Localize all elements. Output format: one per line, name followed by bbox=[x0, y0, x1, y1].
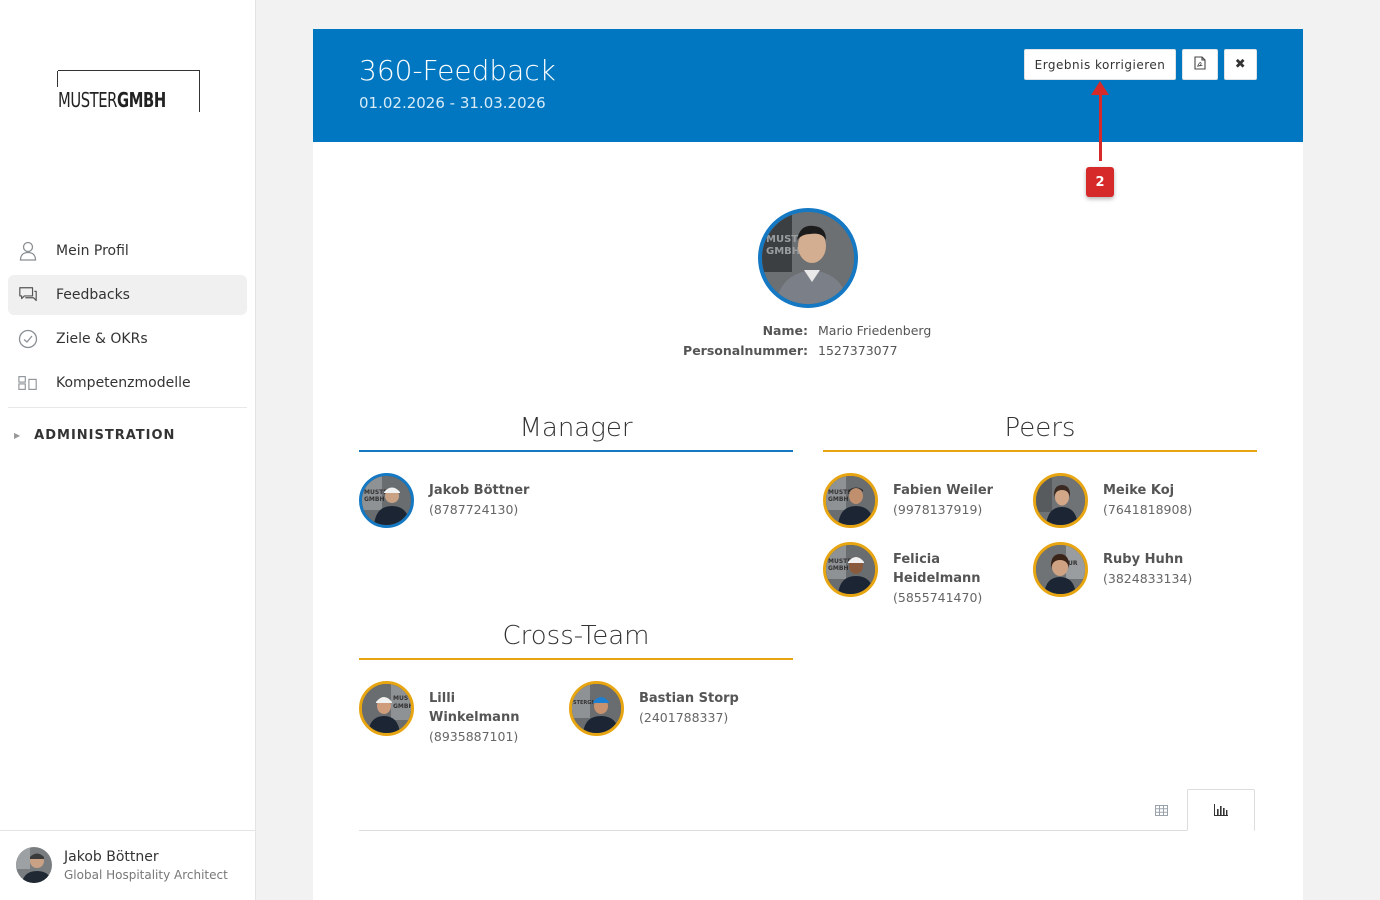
sidebar-item-ziele-okrs[interactable]: Ziele & OKRs bbox=[8, 319, 247, 359]
sidebar-item-kompetenzmodelle[interactable]: Kompetenzmodelle bbox=[8, 363, 247, 403]
person-number: (3824833134) bbox=[1103, 571, 1193, 586]
manager-person[interactable]: MUSTER GMBH Jakob Böttner (8787724130) bbox=[359, 473, 534, 528]
bar-chart-icon bbox=[1214, 801, 1228, 820]
tabs-divider bbox=[359, 830, 1254, 831]
person-number: (2401788337) bbox=[639, 710, 729, 725]
section-divider-manager bbox=[359, 450, 793, 452]
model-icon bbox=[18, 373, 38, 393]
peer-person[interactable]: UR Ruby Huhn (3824833134) bbox=[1033, 542, 1208, 597]
subject-name: Mario Friedenberg bbox=[818, 323, 932, 338]
feedback-header: 360-Feedback 01.02.2026 - 31.03.2026 Erg… bbox=[313, 29, 1303, 142]
table-icon bbox=[1154, 801, 1168, 820]
person-name: Bastian Storp bbox=[639, 691, 739, 706]
person-number: (9978137919) bbox=[893, 502, 983, 517]
peer-person[interactable]: Meike Koj (7641818908) bbox=[1033, 473, 1208, 528]
sidebar-divider bbox=[8, 407, 247, 408]
svg-text:MUSTE: MUSTE bbox=[393, 695, 411, 702]
logo-text-light: MUSTER bbox=[58, 88, 118, 112]
cross-team-person[interactable]: MUSTEGMBH Lilli Winkelmann (8935887101) bbox=[359, 681, 534, 746]
section-divider-peers bbox=[823, 450, 1257, 452]
annotation-arrow-icon bbox=[1091, 81, 1109, 95]
current-user[interactable]: Jakob Böttner Global Hospitality Archite… bbox=[0, 830, 255, 900]
date-range: 01.02.2026 - 31.03.2026 bbox=[359, 94, 546, 112]
subject-personnel-number: 1527373077 bbox=[818, 343, 898, 358]
cross-team-person[interactable]: STERGMBH Bastian Storp (2401788337) bbox=[569, 681, 744, 736]
user-icon bbox=[18, 241, 38, 261]
feedback-panel: 360-Feedback 01.02.2026 - 31.03.2026 Erg… bbox=[313, 29, 1303, 900]
person-number: (7641818908) bbox=[1103, 502, 1193, 517]
tab-chart-view[interactable] bbox=[1187, 789, 1255, 831]
annotation-badge: 2 bbox=[1086, 167, 1114, 197]
person-name: Felicia Heidelmann bbox=[893, 552, 981, 586]
avatar bbox=[1033, 473, 1088, 528]
person-number: (5855741470) bbox=[893, 590, 983, 605]
svg-text:GMBH: GMBH bbox=[828, 496, 849, 503]
section-title-manager: Manager bbox=[519, 413, 633, 443]
page-title: 360-Feedback bbox=[359, 54, 556, 87]
svg-text:UR: UR bbox=[1068, 560, 1078, 567]
person-name: Ruby Huhn bbox=[1103, 552, 1184, 567]
person-name: Jakob Böttner bbox=[429, 483, 530, 498]
sidebar: MUSTERGMBH Mein Profil Feedbacks Ziele &… bbox=[0, 0, 256, 900]
peer-person[interactable]: MUSTER GMBH Fabien Weiler (9978137919) bbox=[823, 473, 998, 528]
user-role: Global Hospitality Architect bbox=[64, 868, 228, 882]
section-divider-cross-team bbox=[359, 658, 793, 660]
section-title-cross-team: Cross-Team bbox=[502, 621, 650, 651]
sidebar-item-mein-profil[interactable]: Mein Profil bbox=[8, 231, 247, 271]
sidebar-item-label: Ziele & OKRs bbox=[56, 331, 148, 347]
check-circle-icon bbox=[18, 329, 38, 349]
correct-result-button[interactable]: Ergebnis korrigieren bbox=[1024, 49, 1176, 80]
avatar: MUSTER GMBH bbox=[359, 473, 414, 528]
company-logo[interactable]: MUSTERGMBH bbox=[57, 70, 200, 112]
chat-icon bbox=[18, 285, 38, 305]
pdf-icon bbox=[1194, 56, 1206, 73]
svg-text:GMBH: GMBH bbox=[393, 703, 411, 710]
sidebar-nav: Mein Profil Feedbacks Ziele & OKRs Kompe… bbox=[8, 231, 247, 407]
person-name: Lilli Winkelmann bbox=[429, 691, 520, 725]
sidebar-item-administration[interactable]: ▶ ADMINISTRATION bbox=[14, 428, 175, 443]
svg-text:GMBH: GMBH bbox=[828, 565, 849, 572]
peer-person[interactable]: MUSTER GMBH Felicia Heidelmann (585574147… bbox=[823, 542, 998, 607]
person-number: (8935887101) bbox=[429, 729, 519, 744]
svg-text:MUST: MUST bbox=[766, 234, 798, 245]
close-button[interactable]: ✖ bbox=[1224, 49, 1257, 80]
section-title-peers: Peers bbox=[1004, 413, 1076, 443]
subject-info: Name: Mario Friedenberg Personalnummer: … bbox=[655, 323, 931, 363]
sidebar-item-label: Feedbacks bbox=[56, 287, 130, 303]
subject-avatar: MUST GMBH bbox=[758, 208, 858, 308]
person-name: Fabien Weiler bbox=[893, 483, 994, 498]
triangle-right-icon: ▶ bbox=[14, 431, 21, 440]
avatar: MUSTER GMBH bbox=[823, 542, 878, 597]
avatar: MUSTER GMBH bbox=[823, 473, 878, 528]
avatar: STERGMBH bbox=[569, 681, 624, 736]
tab-table-view[interactable] bbox=[1135, 789, 1187, 831]
sidebar-item-label: Mein Profil bbox=[56, 243, 129, 259]
avatar bbox=[16, 847, 52, 883]
personnel-number-label: Personalnummer: bbox=[683, 343, 808, 358]
logo-text-bold: GMBH bbox=[117, 88, 166, 112]
svg-text:GMBH: GMBH bbox=[364, 496, 385, 503]
svg-text:GMBH: GMBH bbox=[766, 246, 800, 257]
user-name: Jakob Böttner bbox=[64, 849, 159, 865]
pdf-export-button[interactable] bbox=[1182, 49, 1218, 80]
administration-label: ADMINISTRATION bbox=[34, 428, 176, 443]
sidebar-item-label: Kompetenzmodelle bbox=[56, 375, 191, 391]
person-number: (8787724130) bbox=[429, 502, 519, 517]
annotation-line bbox=[1099, 91, 1102, 161]
sidebar-item-feedbacks[interactable]: Feedbacks bbox=[8, 275, 247, 315]
close-icon: ✖ bbox=[1234, 57, 1247, 72]
name-label: Name: bbox=[762, 323, 808, 338]
avatar: UR bbox=[1033, 542, 1088, 597]
avatar: MUSTEGMBH bbox=[359, 681, 414, 736]
person-name: Meike Koj bbox=[1103, 483, 1175, 498]
